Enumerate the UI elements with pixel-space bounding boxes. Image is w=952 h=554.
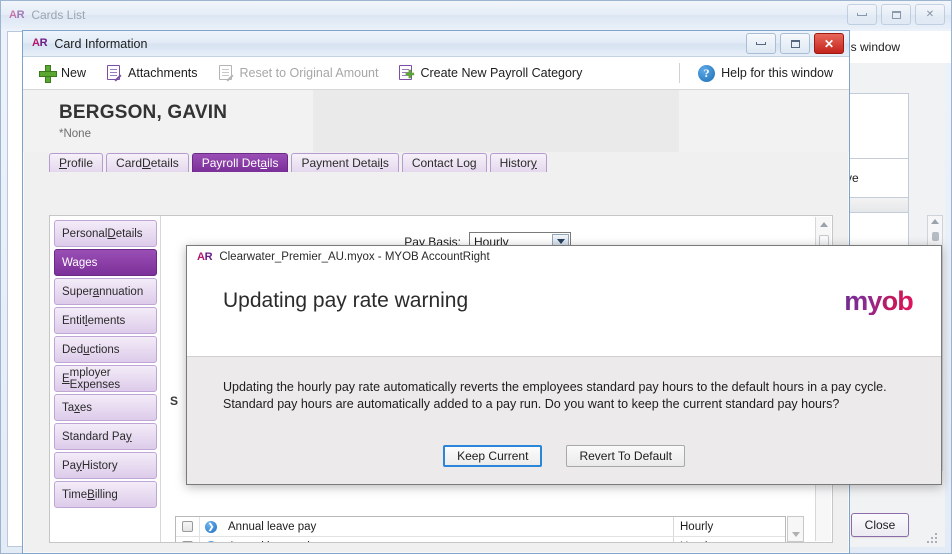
employee-subtitle: *None bbox=[59, 128, 91, 140]
row-checkbox-cell[interactable] bbox=[176, 537, 200, 542]
minimize-icon[interactable] bbox=[847, 4, 877, 25]
section-label-fragment: S bbox=[170, 394, 179, 408]
dialog-message-line1: Updating the hourly pay rate automatical… bbox=[223, 380, 887, 394]
ar-logo-icon: AR bbox=[32, 37, 48, 49]
close-icon[interactable]: ✕ bbox=[814, 33, 844, 54]
attachments-button-label: Attachments bbox=[128, 66, 198, 80]
create-category-label: Create New Payroll Category bbox=[420, 66, 583, 80]
resize-grip-icon[interactable] bbox=[925, 531, 937, 543]
maximize-icon[interactable] bbox=[881, 4, 911, 25]
arrow-right-icon[interactable]: ❯ bbox=[205, 520, 217, 533]
row-name: Annual leave taken bbox=[222, 541, 673, 543]
page-title: BERGSON, GAVIN bbox=[59, 102, 228, 123]
toolbar-separator bbox=[679, 63, 681, 83]
dialog-header: Updating pay rate warning myob bbox=[187, 268, 941, 334]
checkbox-icon[interactable] bbox=[182, 521, 193, 532]
tab-bar: Profile Card Details Payroll Det a ils Pay… bbox=[49, 152, 849, 172]
row-name: Annual leave pay bbox=[228, 520, 317, 533]
card-information-titlebar: AR Card Information ✕ bbox=[23, 31, 849, 57]
keep-current-button[interactable]: Keep Current bbox=[443, 445, 543, 467]
sidebar-item-entitlements[interactable]: Entit l ements bbox=[54, 307, 157, 334]
table-row[interactable]: ❯ Annual leave pay Hourly bbox=[176, 517, 785, 537]
tab-contact-log[interactable]: Contact Lo g bbox=[401, 153, 487, 172]
new-button-label: New bbox=[61, 66, 87, 80]
dialog-titlebar: AR Clearwater_Premier_AU.myox - MYOB Acc… bbox=[187, 246, 941, 268]
checkbox-icon[interactable] bbox=[182, 541, 193, 542]
tab-profile[interactable]: Profile bbox=[49, 153, 104, 172]
tab-payroll-details[interactable]: Payroll Det a ils bbox=[191, 153, 289, 172]
tab-history[interactable]: Histor y bbox=[489, 153, 547, 172]
create-new-payroll-category-button[interactable]: ✚ Create New Payroll Category bbox=[388, 62, 592, 84]
arrow-right-icon[interactable]: ❯ bbox=[205, 540, 217, 542]
reset-to-original-amount-button[interactable]: Reset to Original Amount bbox=[208, 62, 389, 84]
attachment-document-icon bbox=[106, 65, 122, 82]
tab-payment-details[interactable]: Payment Detai l s bbox=[291, 153, 399, 172]
sidebar-item-time-billing[interactable]: Time Billing bbox=[54, 481, 157, 508]
scroll-down-icon[interactable] bbox=[792, 532, 800, 537]
card-toolbar: New Attachments Reset to Original Amount… bbox=[23, 57, 849, 90]
table-row[interactable]: ❯ Annual leave taken Hourly bbox=[176, 537, 785, 542]
row-checkbox-cell[interactable] bbox=[176, 517, 200, 536]
payroll-sidebar: Personal Details Wa g es Super a nnuation En… bbox=[50, 216, 160, 542]
help-for-this-window-button[interactable]: ? Help for this window bbox=[688, 62, 843, 85]
scrollbar-thumb[interactable] bbox=[932, 232, 939, 241]
help-button-label: Help for this window bbox=[721, 66, 833, 80]
dialog-title: Clearwater_Premier_AU.myox - MYOB Accoun… bbox=[219, 251, 490, 263]
card-information-title: Card Information bbox=[54, 36, 148, 51]
dialog-actions: Keep Current Revert To Default bbox=[187, 445, 941, 467]
screen: AR Cards List ✕ this window ctive Close bbox=[0, 0, 952, 554]
employee-header: BERGSON, GAVIN *None bbox=[23, 90, 849, 152]
tab-card-details[interactable]: Card Details bbox=[106, 153, 189, 172]
sidebar-item-deductions[interactable]: Ded u ctions bbox=[54, 336, 157, 363]
reset-icon bbox=[218, 65, 234, 82]
scroll-up-icon[interactable] bbox=[931, 219, 939, 224]
dialog-heading: Updating pay rate warning bbox=[223, 289, 469, 312]
toolbar-right-group: ? Help for this window bbox=[671, 62, 843, 85]
sidebar-item-wages[interactable]: Wa g es bbox=[54, 249, 157, 276]
sidebar-item-standard-pay[interactable]: Standard Pa y bbox=[54, 423, 157, 450]
ar-logo-icon: AR bbox=[9, 8, 25, 21]
sidebar-item-pay-history[interactable]: Pa y History bbox=[54, 452, 157, 479]
payroll-categories-grid: ❯ Annual leave pay Hourly ❯ Annual leave… bbox=[175, 516, 786, 542]
row-drilldown-cell[interactable]: ❯ bbox=[200, 520, 222, 533]
maximize-icon[interactable] bbox=[780, 33, 810, 54]
sidebar-item-employer-expenses[interactable]: Employer Expenses bbox=[54, 365, 157, 392]
updating-pay-rate-warning-dialog: AR Clearwater_Premier_AU.myox - MYOB Acc… bbox=[186, 245, 942, 485]
cards-list-title: Cards List bbox=[31, 8, 86, 22]
reset-button-label: Reset to Original Amount bbox=[239, 66, 379, 80]
cards-list-window-controls: ✕ bbox=[847, 4, 945, 25]
sidebar-item-taxes[interactable]: Ta x es bbox=[54, 394, 157, 421]
new-button[interactable]: New bbox=[29, 62, 96, 84]
row-drilldown-cell[interactable]: ❯ bbox=[200, 540, 222, 542]
myob-logo: myob bbox=[844, 285, 914, 316]
new-category-document-icon: ✚ bbox=[398, 65, 414, 81]
card-window-controls: ✕ bbox=[746, 33, 844, 54]
revert-to-default-button[interactable]: Revert To Default bbox=[566, 445, 685, 467]
dialog-body: Updating the hourly pay rate automatical… bbox=[187, 356, 941, 484]
row-basis: Hourly bbox=[673, 517, 785, 536]
ar-logo-icon: AR bbox=[197, 250, 213, 263]
sidebar-item-superannuation[interactable]: Super a nnuation bbox=[54, 278, 157, 305]
scroll-up-icon[interactable] bbox=[820, 222, 828, 227]
cards-list-titlebar: AR Cards List ✕ bbox=[1, 1, 951, 29]
grid-scrollbar[interactable] bbox=[787, 516, 804, 542]
row-basis: Hourly bbox=[673, 537, 785, 542]
close-icon[interactable]: ✕ bbox=[915, 4, 945, 25]
help-circle-icon: ? bbox=[698, 64, 716, 82]
sidebar-item-personal-details[interactable]: Personal Details bbox=[54, 220, 157, 247]
attachments-button[interactable]: Attachments bbox=[96, 62, 207, 84]
minimize-icon[interactable] bbox=[746, 33, 776, 54]
close-button[interactable]: Close bbox=[851, 513, 909, 537]
dialog-message-line2: Standard pay hours are automatically add… bbox=[223, 397, 840, 411]
plus-icon bbox=[39, 65, 57, 83]
